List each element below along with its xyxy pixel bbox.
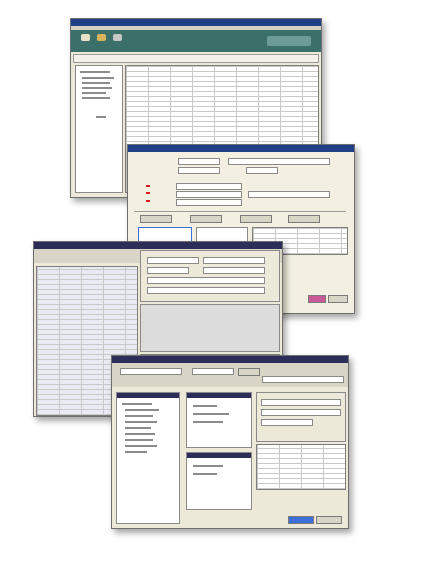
title-bar [34,242,282,249]
record-tree-window [111,355,349,529]
form-panel [140,250,280,302]
form-field[interactable] [176,199,242,206]
form-field[interactable] [176,191,242,198]
item-list[interactable] [186,392,252,448]
form-field[interactable] [176,183,242,190]
brand-logo [267,36,311,46]
toolbar [112,363,348,387]
tab-button[interactable] [190,215,222,223]
detail-panel[interactable] [140,304,280,352]
detail-list[interactable] [186,452,252,510]
tree-panel[interactable] [75,65,123,193]
search-button[interactable] [238,368,260,376]
category-list[interactable] [116,392,180,524]
form-field[interactable] [246,167,278,174]
result-grid[interactable] [256,444,346,490]
ok-button[interactable] [288,516,314,524]
section-divider [134,211,346,212]
tab-button[interactable] [288,215,320,223]
toolbar-icon[interactable] [113,34,122,41]
tab-strip [73,54,319,63]
search-field[interactable] [120,368,182,375]
form-field[interactable] [228,158,330,165]
form-field[interactable] [178,158,220,165]
form-field[interactable] [248,191,330,198]
info-panel [256,392,346,442]
toolbar-icon[interactable] [97,34,106,41]
cancel-button[interactable] [316,516,342,524]
search-field[interactable] [192,368,234,375]
title-bar [112,356,348,363]
close-button[interactable] [308,295,326,303]
filter-field[interactable] [262,376,344,383]
toolbar-icon[interactable] [81,34,90,41]
ok-button[interactable] [328,295,348,303]
form-field[interactable] [178,167,220,174]
tab-button[interactable] [240,215,272,223]
tab-button[interactable] [140,215,172,223]
title-bar [71,19,321,26]
title-bar [128,145,354,152]
